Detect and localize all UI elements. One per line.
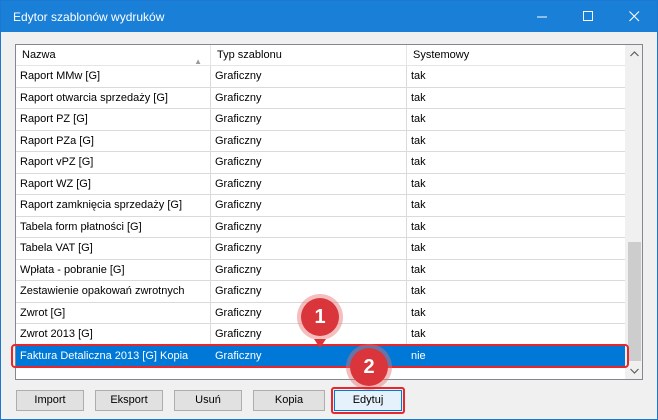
- copy-button[interactable]: Kopia: [253, 390, 325, 411]
- cell-name: Raport WZ [G]: [16, 173, 211, 195]
- chevron-up-icon: [630, 50, 639, 56]
- cell-system: tak: [411, 113, 426, 125]
- column-header-label: Typ szablonu: [217, 49, 282, 61]
- column-header-label: Nazwa: [22, 49, 56, 61]
- vertical-scrollbar[interactable]: [625, 45, 642, 379]
- list-header: Nazwa ▲ Typ szablonu Systemowy: [16, 45, 627, 66]
- cell-name: Tabela VAT [G]: [16, 238, 211, 259]
- table-row[interactable]: Tabela VAT [G] Graficzny tak: [16, 238, 627, 260]
- cell-system: tak: [411, 70, 426, 82]
- step-1-pointer: [314, 339, 326, 348]
- table-row[interactable]: Raport PZa [G] Graficzny tak: [16, 130, 627, 152]
- table-row-selected[interactable]: Faktura Detaliczna 2013 [G] Kopia Grafic…: [16, 345, 627, 367]
- title-bar[interactable]: Edytor szablonów wydruków: [1, 1, 657, 32]
- column-header-name[interactable]: Nazwa ▲: [16, 45, 211, 66]
- minimize-button[interactable]: [519, 1, 565, 32]
- column-header-type[interactable]: Typ szablonu: [211, 45, 407, 66]
- cell-type: Graficzny: [211, 281, 407, 302]
- cell-system: tak: [411, 91, 426, 104]
- table-row[interactable]: Raport vPZ [G] Graficzny tak: [16, 152, 627, 174]
- cell-system: tak: [411, 177, 426, 190]
- table-row[interactable]: Raport WZ [G] Graficzny tak: [16, 173, 627, 195]
- cell-type: Graficzny: [211, 130, 407, 152]
- close-button[interactable]: [611, 1, 657, 32]
- table-row[interactable]: Raport MMw [G] Graficzny tak: [16, 66, 627, 88]
- scroll-up-button[interactable]: [626, 45, 642, 62]
- cell-system: tak: [411, 306, 426, 319]
- maximize-icon: [582, 11, 593, 21]
- cell-name: Raport zamknięcia sprzedaży [G]: [16, 195, 211, 216]
- cell-system: tak: [411, 285, 426, 297]
- cell-name: Wpłata - pobranie [G]: [16, 259, 211, 281]
- column-header-system[interactable]: Systemowy: [407, 45, 627, 66]
- import-button[interactable]: Import: [16, 390, 84, 411]
- cell-type: Graficzny: [211, 152, 407, 173]
- delete-button[interactable]: Usuń: [174, 390, 242, 411]
- cell-type: Graficzny: [211, 259, 407, 281]
- cell-type: Graficzny: [211, 216, 407, 238]
- cell-type: Graficzny: [211, 173, 407, 195]
- cell-type: Graficzny: [211, 109, 407, 130]
- edit-button[interactable]: Edytuj: [334, 390, 402, 411]
- cell-system: nie: [411, 349, 426, 362]
- minimize-icon: [536, 16, 547, 18]
- cell-name: Raport PZ [G]: [16, 109, 211, 130]
- cell-system: tak: [411, 199, 426, 211]
- cell-type: Graficzny: [211, 87, 407, 109]
- scroll-down-button[interactable]: [626, 362, 642, 379]
- cell-name: Raport otwarcia sprzedaży [G]: [16, 87, 211, 109]
- cell-name: Zwrot 2013 [G]: [16, 324, 211, 345]
- step-2-badge: 2: [350, 348, 388, 386]
- cell-name: Raport vPZ [G]: [16, 152, 211, 173]
- close-icon: [628, 11, 639, 22]
- table-row[interactable]: Wpłata - pobranie [G] Graficzny tak: [16, 259, 627, 281]
- table-row[interactable]: Tabela form płatności [G] Graficzny tak: [16, 216, 627, 238]
- table-row[interactable]: Raport zamknięcia sprzedaży [G] Graficzn…: [16, 195, 627, 217]
- cell-system: tak: [411, 263, 426, 276]
- cell-system: tak: [411, 156, 426, 168]
- window-title: Edytor szablonów wydruków: [13, 10, 165, 24]
- cell-type: Graficzny: [211, 195, 407, 216]
- maximize-button[interactable]: [565, 1, 611, 32]
- cell-system: tak: [411, 134, 426, 147]
- export-button[interactable]: Eksport: [95, 390, 163, 411]
- table-row[interactable]: Raport PZ [G] Graficzny tak: [16, 109, 627, 131]
- cell-type: Graficzny: [211, 66, 407, 87]
- template-editor-window: Edytor szablonów wydruków Nazwa ▲ Typ sz…: [0, 0, 658, 420]
- cell-system: tak: [411, 328, 426, 340]
- cell-type: Graficzny: [211, 238, 407, 259]
- column-header-label: Systemowy: [413, 49, 470, 61]
- cell-system: tak: [411, 220, 426, 233]
- cell-name: Tabela form płatności [G]: [16, 216, 211, 238]
- scroll-thumb[interactable]: [628, 242, 641, 361]
- table-row[interactable]: Raport otwarcia sprzedaży [G] Graficzny …: [16, 87, 627, 109]
- cell-name: Zwrot [G]: [16, 302, 211, 324]
- chevron-down-icon: [630, 368, 639, 374]
- step-1-badge: 1: [301, 298, 339, 336]
- cell-name: Zestawienie opakowań zwrotnych: [16, 281, 211, 302]
- cell-name: Faktura Detaliczna 2013 [G] Kopia: [16, 345, 211, 367]
- cell-name: Raport MMw [G]: [16, 66, 211, 87]
- cell-name: Raport PZa [G]: [16, 130, 211, 152]
- cell-system: tak: [411, 242, 426, 254]
